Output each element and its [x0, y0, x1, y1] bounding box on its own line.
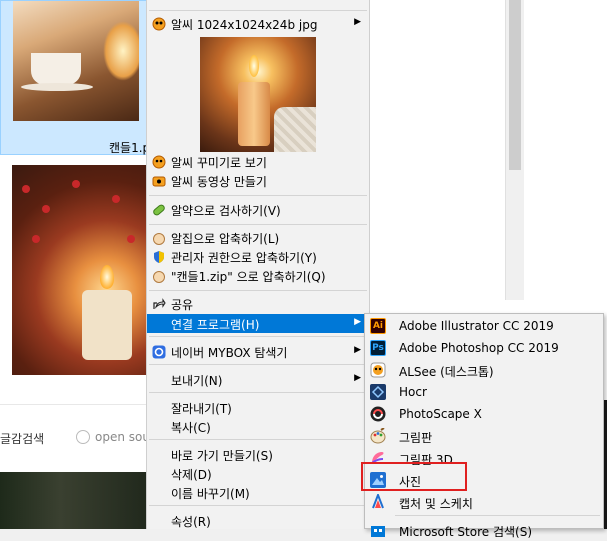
menu-separator [149, 290, 367, 291]
paint-icon [370, 428, 386, 444]
snip-sketch-icon [370, 494, 386, 510]
menu-separator [149, 195, 367, 196]
menu-item-properties[interactable]: 속성(R) [147, 511, 369, 530]
alzip-icon [151, 268, 166, 283]
submenu-separator [395, 515, 600, 516]
menu-separator [149, 10, 367, 11]
chevron-right-icon: ▶ [354, 373, 361, 383]
open-with-submenu: Ai Adobe Illustrator CC 2019 Ps Adobe Ph… [364, 313, 604, 539]
photoshop-icon: Ps [370, 340, 386, 356]
alsee-icon [151, 16, 166, 31]
chevron-right-icon: ▶ [354, 317, 361, 327]
submenu-item-snip-sketch[interactable]: 캡처 및 스케치 [365, 491, 603, 513]
menu-separator [149, 505, 367, 506]
submenu-item-illustrator[interactable]: Ai Adobe Illustrator CC 2019 [365, 315, 603, 337]
background-photo-strip [0, 472, 150, 529]
share-icon [151, 296, 166, 311]
menu-item-alsee-video[interactable]: 알씨 동영상 만들기 [147, 171, 369, 190]
submenu-item-store[interactable]: Microsoft Store 검색(S) [365, 519, 603, 541]
open-source-icon [76, 430, 90, 444]
menu-item-send-to[interactable]: 보내기(N) ▶ [147, 370, 369, 389]
menu-item-admin-compress[interactable]: 관리자 권한으로 압축하기(Y) [147, 247, 369, 266]
candle-image-thumbnail-1 [13, 1, 139, 121]
chevron-right-icon: ▶ [354, 345, 361, 355]
alsee-video-icon [151, 173, 166, 188]
admin-shield-icon [151, 249, 166, 264]
alzip-icon [151, 230, 166, 245]
menu-item-alyac-scan[interactable]: 알약으로 검사하기(V) [147, 200, 369, 219]
menu-item-create-shortcut[interactable]: 바로 가기 만들기(S) [147, 445, 369, 464]
menu-item-alzip-compress[interactable]: 알집으로 압축하기(L) [147, 228, 369, 247]
alsee-decorate-icon [151, 154, 166, 169]
menu-item-share[interactable]: 공유 [147, 294, 369, 313]
hocr-icon [370, 384, 386, 400]
photoscape-icon [370, 406, 386, 422]
photos-highlight-box [361, 462, 467, 491]
submenu-item-photoscape[interactable]: PhotoScape X [365, 403, 603, 425]
menu-item-cut[interactable]: 잘라내기(T) [147, 398, 369, 417]
context-menu: 알씨 1024x1024x24b jpg ▶ 알씨 꾸미기로 보기 알씨 동영상… [146, 0, 370, 529]
submenu-item-paint[interactable]: 그림판 [365, 425, 603, 447]
alsee-icon [370, 362, 386, 378]
image-preview [200, 37, 316, 152]
menu-item-rename[interactable]: 이름 바꾸기(M) [147, 483, 369, 502]
menu-separator [149, 392, 367, 393]
chevron-right-icon: ▶ [354, 17, 361, 27]
menu-item-alsee-decorate[interactable]: 알씨 꾸미기로 보기 [147, 152, 369, 171]
file-name-label: 캔들1.p [109, 141, 151, 155]
footer-search-link[interactable]: 글감검색 [0, 430, 44, 447]
alyac-pill-icon [151, 202, 166, 217]
submenu-item-alsee[interactable]: ALSee (데스크톱) [365, 359, 603, 381]
vertical-scrollbar[interactable] [505, 0, 524, 300]
menu-separator [149, 364, 367, 365]
menu-item-delete[interactable]: 삭제(D) [147, 464, 369, 483]
menu-item-naver-mybox[interactable]: 네이버 MYBOX 탐색기 ▶ [147, 342, 369, 361]
menu-item-alsee-info[interactable]: 알씨 1024x1024x24b jpg ▶ [147, 14, 369, 33]
menu-separator [149, 336, 367, 337]
scrollbar-thumb[interactable] [509, 0, 521, 170]
selected-file-thumbnail[interactable]: 캔들1.p [0, 0, 151, 155]
menu-item-open-with[interactable]: 연결 프로그램(H) ▶ [147, 314, 369, 333]
store-icon [370, 522, 386, 538]
menu-item-zip-compress[interactable]: "캔들1.zip" 으로 압축하기(Q) [147, 266, 369, 285]
illustrator-icon: Ai [370, 318, 386, 334]
menu-item-copy[interactable]: 복사(C) [147, 417, 369, 436]
naver-mybox-icon [151, 344, 166, 359]
menu-separator [149, 439, 367, 440]
menu-separator [149, 224, 367, 225]
submenu-item-hocr[interactable]: Hocr [365, 381, 603, 403]
candle-image-thumbnail-2[interactable] [12, 165, 147, 375]
submenu-item-photoshop[interactable]: Ps Adobe Photoshop CC 2019 [365, 337, 603, 359]
